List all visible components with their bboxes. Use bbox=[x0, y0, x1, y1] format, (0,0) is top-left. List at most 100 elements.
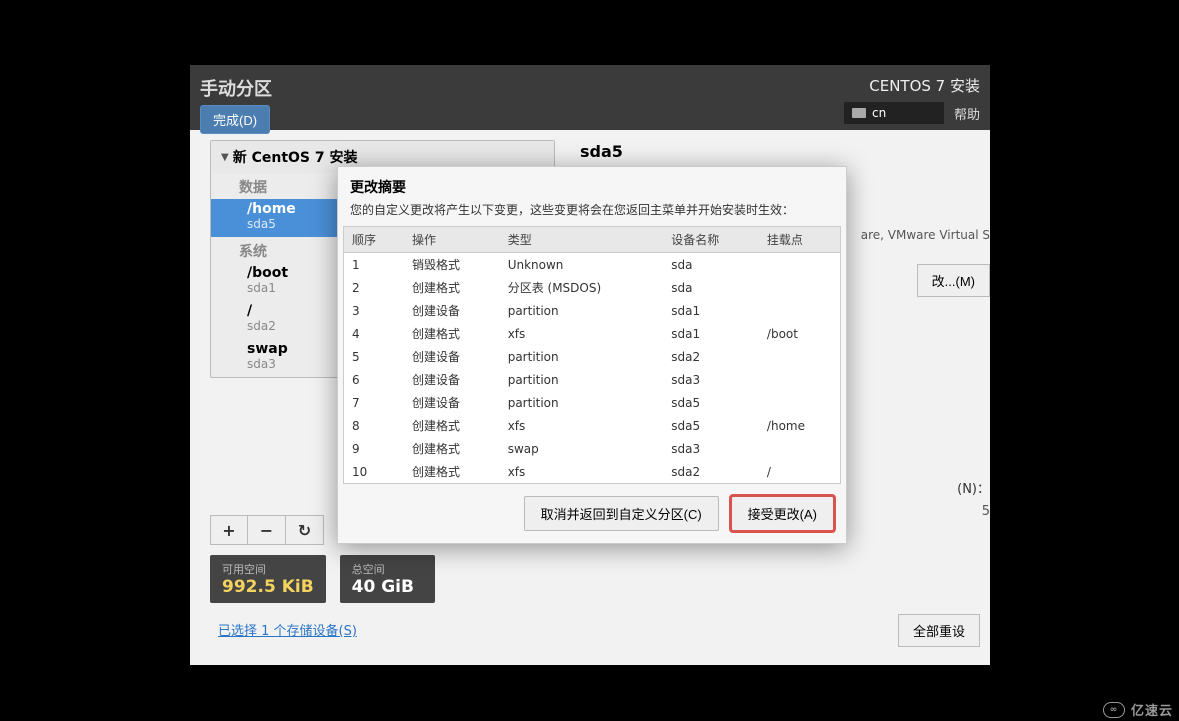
partition-toolbar: + − ↻ bbox=[210, 515, 324, 545]
cell-type: partition bbox=[500, 391, 664, 414]
cancel-button[interactable]: 取消并返回到自定义分区(C) bbox=[524, 496, 719, 531]
table-row[interactable]: 5创建设备partitionsda2 bbox=[344, 345, 841, 368]
cell-device: sda5 bbox=[663, 391, 759, 414]
remove-partition-button[interactable]: − bbox=[248, 515, 286, 545]
cell-type: Unknown bbox=[500, 253, 664, 277]
accept-changes-button[interactable]: 接受更改(A) bbox=[731, 496, 834, 531]
detail-device-text: are, VMware Virtual S bbox=[861, 228, 990, 242]
cell-mount bbox=[759, 253, 841, 277]
changes-summary-dialog: 更改摘要 您的自定义更改将产生以下变更，这些变更将会在您返回主菜单并开始安装时生… bbox=[337, 166, 847, 544]
cell-mount: /home bbox=[759, 414, 841, 437]
cell-order: 2 bbox=[344, 276, 405, 299]
cell-mount bbox=[759, 391, 841, 414]
cell-mount bbox=[759, 299, 841, 322]
dialog-description: 您的自定义更改将产生以下变更，这些变更将会在您返回主菜单并开始安装时生效： bbox=[338, 201, 846, 226]
available-space: 可用空间 992.5 KiB bbox=[210, 555, 326, 603]
col-op: 操作 bbox=[404, 227, 500, 253]
cell-order: 9 bbox=[344, 437, 405, 460]
install-label: CENTOS 7 安装 bbox=[869, 75, 980, 96]
modify-button[interactable]: 改...(M) bbox=[917, 264, 990, 297]
cell-device: sda2 bbox=[663, 345, 759, 368]
cell-op: 创建格式 bbox=[404, 276, 500, 299]
cell-order: 6 bbox=[344, 368, 405, 391]
table-row[interactable]: 3创建设备partitionsda1 bbox=[344, 299, 841, 322]
table-row[interactable]: 7创建设备partitionsda5 bbox=[344, 391, 841, 414]
col-mount: 挂载点 bbox=[759, 227, 841, 253]
cell-order: 3 bbox=[344, 299, 405, 322]
top-bar: 手动分区 完成(D) CENTOS 7 安装 cn 帮助 bbox=[190, 65, 990, 130]
cell-mount bbox=[759, 368, 841, 391]
cell-mount: /boot bbox=[759, 322, 841, 345]
cell-type: partition bbox=[500, 368, 664, 391]
table-row[interactable]: 6创建设备partitionsda3 bbox=[344, 368, 841, 391]
chevron-down-icon: ▼ bbox=[221, 152, 229, 163]
cell-order: 4 bbox=[344, 322, 405, 345]
cell-mount bbox=[759, 437, 841, 460]
cell-device: sda1 bbox=[663, 322, 759, 345]
cell-type: xfs bbox=[500, 414, 664, 437]
tree-header-label: 新 CentOS 7 安装 bbox=[233, 147, 358, 167]
table-row[interactable]: 4创建格式xfssda1/boot bbox=[344, 322, 841, 345]
col-order: 顺序 bbox=[344, 227, 405, 253]
storage-devices-link[interactable]: 已选择 1 个存储设备(S) bbox=[218, 620, 357, 639]
cell-device: sda3 bbox=[663, 368, 759, 391]
cell-device: sda bbox=[663, 253, 759, 277]
dialog-footer: 取消并返回到自定义分区(C) 接受更改(A) bbox=[338, 484, 846, 543]
cell-order: 1 bbox=[344, 253, 405, 277]
top-right-row: cn 帮助 bbox=[844, 102, 980, 124]
cell-mount bbox=[759, 345, 841, 368]
top-left: 手动分区 完成(D) bbox=[200, 75, 272, 134]
reload-button[interactable]: ↻ bbox=[286, 515, 324, 545]
table-row[interactable]: 8创建格式xfssda5/home bbox=[344, 414, 841, 437]
cell-device: sda1 bbox=[663, 299, 759, 322]
cell-op: 创建设备 bbox=[404, 368, 500, 391]
col-device: 设备名称 bbox=[663, 227, 759, 253]
table-row[interactable]: 10创建格式xfssda2/ bbox=[344, 460, 841, 484]
name-label: (N)： bbox=[957, 478, 990, 497]
cell-op: 创建设备 bbox=[404, 299, 500, 322]
total-space: 总空间 40 GiB bbox=[340, 555, 435, 603]
cell-op: 创建设备 bbox=[404, 391, 500, 414]
add-partition-button[interactable]: + bbox=[210, 515, 248, 545]
page-title: 手动分区 bbox=[200, 75, 272, 101]
changes-table: 顺序 操作 类型 设备名称 挂载点 1销毁格式Unknownsda2创建格式分区… bbox=[343, 226, 841, 484]
watermark: ∞ 亿速云 bbox=[1103, 700, 1173, 719]
table-row[interactable]: 2创建格式分区表 (MSDOS)sda bbox=[344, 276, 841, 299]
cell-type: xfs bbox=[500, 460, 664, 484]
cell-type: swap bbox=[500, 437, 664, 460]
cell-op: 创建格式 bbox=[404, 414, 500, 437]
dialog-title: 更改摘要 bbox=[338, 167, 846, 201]
reset-all-button[interactable]: 全部重设 bbox=[898, 614, 980, 647]
table-row[interactable]: 9创建格式swapsda3 bbox=[344, 437, 841, 460]
detail-panel: sda5 bbox=[580, 142, 623, 161]
cell-mount bbox=[759, 276, 841, 299]
keyboard-indicator[interactable]: cn bbox=[844, 102, 944, 124]
detail-title: sda5 bbox=[580, 142, 623, 161]
table-row[interactable]: 1销毁格式Unknownsda bbox=[344, 253, 841, 277]
space-summary: 可用空间 992.5 KiB 总空间 40 GiB bbox=[210, 555, 435, 603]
cloud-icon: ∞ bbox=[1103, 702, 1125, 718]
avail-label: 可用空间 bbox=[222, 561, 314, 577]
cell-op: 创建格式 bbox=[404, 437, 500, 460]
cell-op: 创建格式 bbox=[404, 322, 500, 345]
keyboard-label: cn bbox=[872, 106, 886, 120]
cell-mount: / bbox=[759, 460, 841, 484]
cell-op: 创建设备 bbox=[404, 345, 500, 368]
watermark-text: 亿速云 bbox=[1131, 700, 1173, 719]
table-header-row: 顺序 操作 类型 设备名称 挂载点 bbox=[344, 227, 841, 253]
cell-order: 10 bbox=[344, 460, 405, 484]
col-type: 类型 bbox=[500, 227, 664, 253]
total-value: 40 GiB bbox=[352, 577, 423, 597]
cell-device: sda5 bbox=[663, 414, 759, 437]
total-label: 总空间 bbox=[352, 561, 423, 577]
top-right: CENTOS 7 安装 cn 帮助 bbox=[844, 75, 980, 124]
cell-op: 销毁格式 bbox=[404, 253, 500, 277]
cell-device: sda3 bbox=[663, 437, 759, 460]
cell-order: 8 bbox=[344, 414, 405, 437]
help-button[interactable]: 帮助 bbox=[954, 104, 980, 123]
cell-device: sda bbox=[663, 276, 759, 299]
cell-type: 分区表 (MSDOS) bbox=[500, 276, 664, 299]
name-value: 5 bbox=[982, 504, 990, 519]
cell-type: partition bbox=[500, 299, 664, 322]
keyboard-icon bbox=[852, 108, 866, 118]
